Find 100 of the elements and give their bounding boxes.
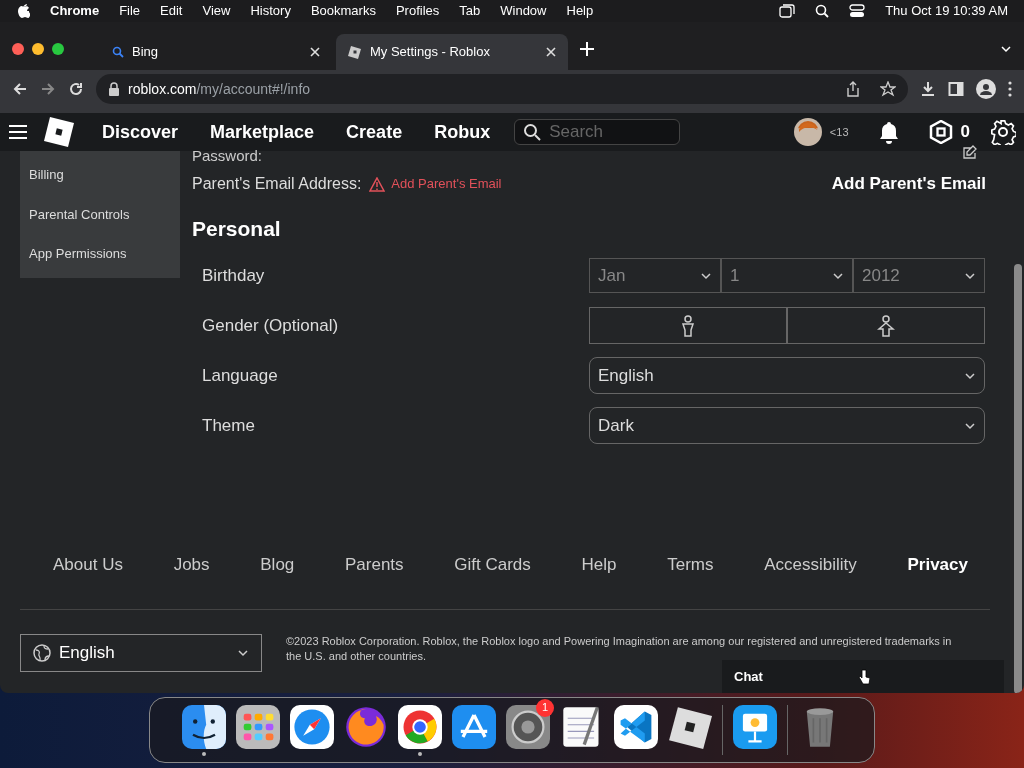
menu-item[interactable]: Profiles xyxy=(395,1,440,21)
nav-link[interactable]: Discover xyxy=(94,118,187,146)
menu-item[interactable]: Help xyxy=(566,1,594,21)
female-figure-icon xyxy=(877,314,895,337)
chat-panel[interactable]: Chat xyxy=(722,660,1004,693)
footer-link[interactable]: Terms xyxy=(667,551,714,577)
tab-title: Bing xyxy=(132,43,160,62)
forward-icon[interactable] xyxy=(40,81,56,97)
field-label: Language xyxy=(201,364,279,387)
nav-link[interactable]: Create xyxy=(338,118,411,146)
male-figure-icon xyxy=(681,314,695,337)
star-icon[interactable] xyxy=(880,81,896,97)
sidebar-icon[interactable] xyxy=(948,81,964,97)
add-email-button[interactable]: Add Parent's Email xyxy=(831,171,986,197)
windows-icon[interactable] xyxy=(779,4,796,18)
tab-list-icon[interactable] xyxy=(1000,43,1012,55)
compass-app-icon[interactable] xyxy=(290,704,334,749)
reload-icon[interactable] xyxy=(68,81,84,97)
robux-icon[interactable] xyxy=(928,120,953,144)
roblox-logo[interactable] xyxy=(44,117,74,147)
date-dropdown[interactable]: Jan xyxy=(589,258,721,293)
search-icon xyxy=(523,123,542,141)
menu-icon[interactable] xyxy=(8,124,28,140)
footer-link[interactable]: Parents xyxy=(345,551,404,577)
section-heading: Personal xyxy=(192,216,282,242)
menubar-clock[interactable]: Thu Oct 19 10:39 AM xyxy=(885,1,1008,21)
globe-icon xyxy=(33,644,51,662)
male-gender-button[interactable] xyxy=(589,307,787,344)
password-label: Password: xyxy=(192,149,263,163)
tab-title: My Settings - Roblox xyxy=(370,43,491,62)
roblox-favicon xyxy=(348,45,362,59)
url-text: roblox.com/my/account#!/info xyxy=(128,79,312,99)
close-icon[interactable] xyxy=(310,47,320,57)
search-icon[interactable] xyxy=(815,4,830,18)
footer-link[interactable]: Privacy xyxy=(907,551,968,577)
field-label: Gender (Optional) xyxy=(201,314,340,337)
menu-item[interactable]: Window xyxy=(500,1,547,21)
nav-link[interactable]: Robux xyxy=(426,118,499,146)
select-dropdown[interactable]: Dark xyxy=(589,407,985,444)
code-editor-app-icon[interactable] xyxy=(614,704,658,749)
close-icon[interactable] xyxy=(546,47,556,57)
footer-link[interactable]: Blog xyxy=(260,551,295,577)
select-dropdown[interactable]: English xyxy=(589,357,985,394)
firefox-app-icon[interactable] xyxy=(344,704,388,749)
share-icon[interactable] xyxy=(846,81,860,97)
address-bar[interactable]: roblox.com/my/account#!/info xyxy=(96,74,908,104)
sidebar-item[interactable]: Billing xyxy=(20,165,180,185)
menu-item[interactable]: Edit xyxy=(160,1,183,21)
sidebar-item[interactable]: Parental Controls xyxy=(20,204,180,225)
robux-count: 0 xyxy=(960,121,970,144)
app-store-icon[interactable] xyxy=(452,704,496,749)
gear-app-icon[interactable] xyxy=(506,704,550,749)
footer-link[interactable]: Gift Cards xyxy=(454,551,531,577)
field-label: Theme xyxy=(201,414,256,437)
field-label: Parent's Email Address: xyxy=(192,174,362,194)
notification-badge: 1 xyxy=(536,698,554,717)
menu-item[interactable]: History xyxy=(250,1,291,21)
nav-link[interactable]: Marketplace xyxy=(202,118,323,146)
scrollbar[interactable] xyxy=(1014,264,1022,693)
field-label: Birthday xyxy=(201,264,266,287)
footer-link[interactable]: Help xyxy=(581,551,617,577)
language-selector[interactable]: English xyxy=(20,634,262,672)
chevron-down-icon xyxy=(237,647,249,659)
search-field[interactable]: Search xyxy=(514,119,681,145)
sidebar-item[interactable]: App Permissions xyxy=(20,244,180,264)
edit-icon[interactable] xyxy=(962,145,978,159)
menu-item[interactable]: Bookmarks xyxy=(310,1,376,21)
female-gender-button[interactable] xyxy=(787,307,985,344)
menu-item[interactable]: File xyxy=(119,1,141,21)
browser-tab[interactable]: My Settings - Roblox xyxy=(336,34,568,70)
new-tab-icon[interactable] xyxy=(580,42,594,56)
window-controls[interactable] xyxy=(12,43,64,55)
age-label: <13 xyxy=(829,124,849,140)
warning-text: Add Parent's Email xyxy=(391,175,503,194)
menu-item[interactable]: View xyxy=(202,1,231,21)
finder-app-icon[interactable] xyxy=(182,704,226,749)
search-input[interactable]: Search xyxy=(549,119,670,145)
lock-icon xyxy=(108,82,120,96)
footer-link[interactable]: Accessibility xyxy=(764,551,857,577)
menu-item[interactable]: Tab xyxy=(459,1,481,21)
settings-icon[interactable] xyxy=(990,119,1016,145)
back-icon[interactable] xyxy=(12,81,28,97)
search-icon xyxy=(112,46,124,58)
more-icon[interactable] xyxy=(1008,81,1012,97)
browser-tab[interactable]: Bing xyxy=(100,34,332,70)
roblox-app-icon[interactable] xyxy=(668,704,712,749)
avatar-icon[interactable] xyxy=(793,118,822,146)
apple-icon[interactable] xyxy=(16,3,30,19)
warning-icon xyxy=(369,176,386,192)
date-dropdown[interactable]: 1 xyxy=(721,258,853,293)
profile-icon[interactable] xyxy=(976,79,996,99)
launchpad-app-icon[interactable] xyxy=(236,704,280,749)
control-center-icon[interactable] xyxy=(849,4,866,18)
footer-link[interactable]: About Us xyxy=(53,551,123,577)
chrome-app-icon[interactable] xyxy=(398,704,442,749)
presentation-app-icon[interactable] xyxy=(733,704,777,749)
date-dropdown[interactable]: 2012 xyxy=(853,258,985,293)
download-icon[interactable] xyxy=(920,81,936,97)
footer-link[interactable]: Jobs xyxy=(173,551,210,577)
app-menu[interactable]: Chrome xyxy=(50,1,100,21)
